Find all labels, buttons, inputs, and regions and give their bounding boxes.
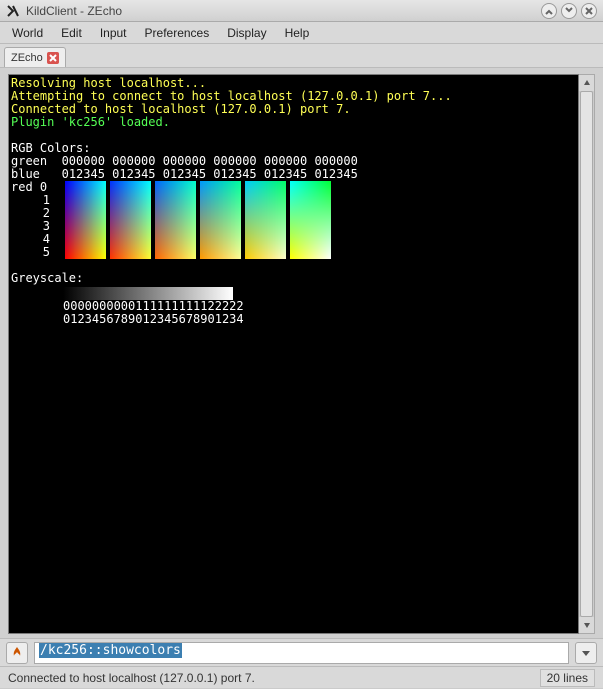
rgb-block (155, 181, 196, 259)
menu-display[interactable]: Display (219, 24, 274, 42)
rgb-color-grid (65, 181, 331, 259)
menubar: World Edit Input Preferences Display Hel… (0, 22, 603, 44)
term-red-col: red 0 1 2 3 4 5 (11, 181, 65, 259)
app-icon (6, 4, 20, 18)
tab-label: ZEcho (11, 52, 43, 64)
menu-world[interactable]: World (4, 24, 51, 42)
scrollbar[interactable] (579, 74, 595, 634)
term-line: 0123456789012345678901234 (63, 313, 576, 326)
rgb-block (110, 181, 151, 259)
scroll-track[interactable] (579, 91, 594, 617)
menu-help[interactable]: Help (277, 24, 318, 42)
rgb-block (245, 181, 286, 259)
scroll-up-icon[interactable] (579, 75, 594, 91)
terminal[interactable]: Resolving host localhost... Attempting t… (8, 74, 579, 634)
scroll-thumb[interactable] (580, 91, 593, 617)
tab-zecho[interactable]: ZEcho (4, 47, 66, 67)
scroll-down-icon[interactable] (579, 617, 594, 633)
window-title: KildClient - ZEcho (26, 4, 122, 18)
term-line: blue 012345 012345 012345 012345 012345 … (11, 168, 576, 181)
menu-input[interactable]: Input (92, 24, 135, 42)
rgb-block (200, 181, 241, 259)
command-input[interactable]: /kc256::showcolors (34, 642, 569, 664)
history-dropdown[interactable] (575, 642, 597, 664)
term-grey-header: Greyscale: (11, 272, 576, 285)
close-button[interactable] (581, 3, 597, 19)
send-button[interactable] (6, 642, 28, 664)
tab-close-icon[interactable] (47, 52, 59, 64)
term-line: Plugin 'kc256' loaded. (11, 116, 576, 129)
status-left: Connected to host localhost (127.0.0.1) … (8, 671, 255, 685)
status-lines: 20 lines (540, 669, 595, 687)
rgb-block (65, 181, 106, 259)
tabbar: ZEcho (0, 44, 603, 68)
menu-edit[interactable]: Edit (53, 24, 90, 42)
rgb-block (290, 181, 331, 259)
terminal-area: Resolving host localhost... Attempting t… (0, 68, 603, 638)
input-row: /kc256::showcolors (0, 638, 603, 666)
titlebar: KildClient - ZEcho (0, 0, 603, 22)
maximize-button[interactable] (561, 3, 577, 19)
command-text: /kc256::showcolors (39, 643, 182, 658)
statusbar: Connected to host localhost (127.0.0.1) … (0, 666, 603, 688)
minimize-button[interactable] (541, 3, 557, 19)
menu-preferences[interactable]: Preferences (137, 24, 218, 42)
